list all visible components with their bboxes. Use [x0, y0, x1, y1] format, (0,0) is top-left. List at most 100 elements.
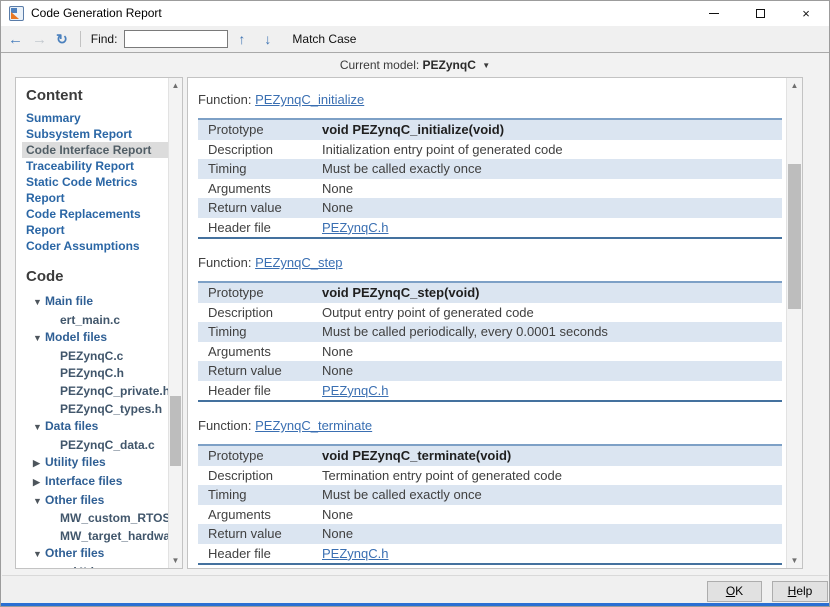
maximize-icon: [756, 9, 765, 18]
function-table-initialize: Prototypevoid PEZynqC_initialize(void) D…: [198, 118, 782, 239]
header-file-link[interactable]: PEZynqC.h: [322, 383, 782, 398]
match-case-toggle[interactable]: Match Case: [292, 32, 356, 46]
collapse-icon[interactable]: ▼: [33, 330, 45, 348]
tree-node-data-files[interactable]: ▼Data files: [26, 418, 168, 437]
function-label: Function:: [198, 418, 251, 433]
table-row: Prototypevoid PEZynqC_initialize(void): [198, 120, 782, 140]
function-table-terminate: Prototypevoid PEZynqC_terminate(void) De…: [198, 444, 782, 565]
tree-node-pezynqc-c[interactable]: PEZynqC.c: [26, 348, 168, 366]
row-label: Timing: [198, 487, 322, 502]
tree-label: Interface files: [45, 474, 122, 488]
table-row: Return valueNone: [198, 198, 782, 218]
current-model-bar[interactable]: Current model: PEZynqC ▼: [2, 54, 828, 76]
function-table-step: Prototypevoid PEZynqC_step(void) Descrip…: [198, 281, 782, 402]
tree-node-main-file[interactable]: ▼Main file: [26, 293, 168, 312]
scroll-up-icon[interactable]: ▲: [787, 78, 802, 93]
scroll-down-icon[interactable]: ▼: [169, 553, 182, 568]
tree-label: Other files: [45, 493, 104, 507]
tree-node-mw-custom-rtos[interactable]: MW_custom_RTOS_hea: [26, 510, 168, 528]
function-title: Function: PEZynqC_initialize: [198, 92, 782, 108]
row-label: Description: [198, 468, 322, 483]
minimize-button[interactable]: [691, 1, 737, 26]
sidebar-scrollbar[interactable]: ▲ ▼: [168, 78, 182, 568]
sidebar-item-static-code-metrics-report[interactable]: Static Code Metrics Report: [22, 174, 168, 206]
tree-node-utility-files[interactable]: ▶Utility files: [26, 454, 168, 473]
content-scrollbar-thumb[interactable]: [788, 164, 801, 309]
sidebar-item-subsystem-report[interactable]: Subsystem Report: [22, 126, 168, 142]
table-row: Header filePEZynqC.h: [198, 544, 782, 564]
maximize-button[interactable]: [737, 1, 783, 26]
row-label: Header file: [198, 546, 322, 561]
forward-button[interactable]: →: [32, 32, 47, 47]
find-label: Find:: [91, 32, 118, 46]
tree-node-pezynqc-h[interactable]: PEZynqC.h: [26, 365, 168, 383]
tree-label: Utility files: [45, 455, 106, 469]
sidebar-item-traceability-report[interactable]: Traceability Report: [22, 158, 168, 174]
row-value: void PEZynqC_terminate(void): [322, 448, 782, 463]
expand-icon[interactable]: ▶: [33, 455, 45, 473]
row-value: Output entry point of generated code: [322, 305, 782, 320]
sidebar-panel: Content Summary Subsystem Report Code In…: [15, 77, 183, 569]
window-bottom-border: [1, 603, 829, 606]
tree-node-pezynqc-data-c[interactable]: PEZynqC_data.c: [26, 437, 168, 455]
row-value: None: [322, 526, 782, 541]
find-next-button[interactable]: ↓: [264, 32, 271, 46]
row-label: Arguments: [198, 181, 322, 196]
table-row: ArgumentsNone: [198, 505, 782, 525]
sidebar-item-coder-assumptions[interactable]: Coder Assumptions: [22, 238, 168, 254]
header-file-link[interactable]: PEZynqC.h: [322, 546, 782, 561]
row-value: Termination entry point of generated cod…: [322, 468, 782, 483]
row-value: None: [322, 363, 782, 378]
function-link-initialize[interactable]: PEZynqC_initialize: [255, 92, 364, 107]
sidebar-scrollbar-thumb[interactable]: [170, 396, 181, 466]
tree-node-model-files[interactable]: ▼Model files: [26, 329, 168, 348]
report-region: Current model: PEZynqC ▼ Content Summary…: [2, 54, 828, 575]
scroll-down-icon[interactable]: ▼: [787, 553, 802, 568]
tree-node-other-files-1[interactable]: ▼Other files: [26, 492, 168, 511]
refresh-button[interactable]: ↻: [56, 32, 68, 46]
help-button[interactable]: Help: [772, 581, 828, 602]
code-interface-report-body: Function: PEZynqC_initialize Prototypevo…: [188, 78, 786, 568]
tree-node-interface-files[interactable]: ▶Interface files: [26, 473, 168, 492]
tree-node-ert-main-c[interactable]: ert_main.c: [26, 312, 168, 330]
tree-node-pezynqc-types-h[interactable]: PEZynqC_types.h: [26, 401, 168, 419]
model-dropdown-icon[interactable]: ▼: [482, 61, 490, 70]
table-row: Header filePEZynqC.h: [198, 218, 782, 238]
header-file-link[interactable]: PEZynqC.h: [322, 220, 782, 235]
tree-node-other-files-2[interactable]: ▼Other files: [26, 545, 168, 564]
collapse-icon[interactable]: ▼: [33, 294, 45, 312]
scroll-up-icon[interactable]: ▲: [169, 78, 182, 93]
sidebar-item-code-interface-report[interactable]: Code Interface Report: [22, 142, 168, 158]
close-button[interactable]: ×: [783, 1, 829, 26]
tree-label: Data files: [45, 419, 98, 433]
function-link-step[interactable]: PEZynqC_step: [255, 255, 342, 270]
sidebar-item-summary[interactable]: Summary: [22, 110, 168, 126]
minimize-icon: [709, 13, 719, 14]
collapse-icon[interactable]: ▼: [33, 546, 45, 564]
table-row: DescriptionTermination entry point of ge…: [198, 466, 782, 486]
row-value: void PEZynqC_step(void): [322, 285, 782, 300]
expand-icon[interactable]: ▶: [33, 474, 45, 492]
row-value: None: [322, 507, 782, 522]
function-title: Function: PEZynqC_step: [198, 255, 782, 271]
find-previous-button[interactable]: ↑: [238, 32, 245, 46]
table-row: Header filePEZynqC.h: [198, 381, 782, 401]
back-button[interactable]: ←: [8, 32, 23, 47]
tree-node-mw-target-hardware[interactable]: MW_target_hardware_re: [26, 528, 168, 546]
row-value: void PEZynqC_initialize(void): [322, 122, 782, 137]
content-scrollbar[interactable]: ▲ ▼: [786, 78, 802, 568]
tree-node-pezynqc-private-h[interactable]: PEZynqC_private.h: [26, 383, 168, 401]
row-label: Return value: [198, 363, 322, 378]
collapse-icon[interactable]: ▼: [33, 493, 45, 511]
function-link-terminate[interactable]: PEZynqC_terminate: [255, 418, 372, 433]
table-row: ArgumentsNone: [198, 179, 782, 199]
table-row: TimingMust be called exactly once: [198, 485, 782, 505]
find-input[interactable]: [124, 30, 228, 48]
row-label: Description: [198, 305, 322, 320]
ok-button[interactable]: OK: [707, 581, 762, 602]
tree-node-axi4lite-c[interactable]: axi4Lite.c: [26, 564, 168, 568]
sidebar-item-code-replacements-report[interactable]: Code Replacements Report: [22, 206, 168, 238]
content-heading: Content: [26, 87, 168, 104]
collapse-icon[interactable]: ▼: [33, 419, 45, 437]
row-value: None: [322, 181, 782, 196]
